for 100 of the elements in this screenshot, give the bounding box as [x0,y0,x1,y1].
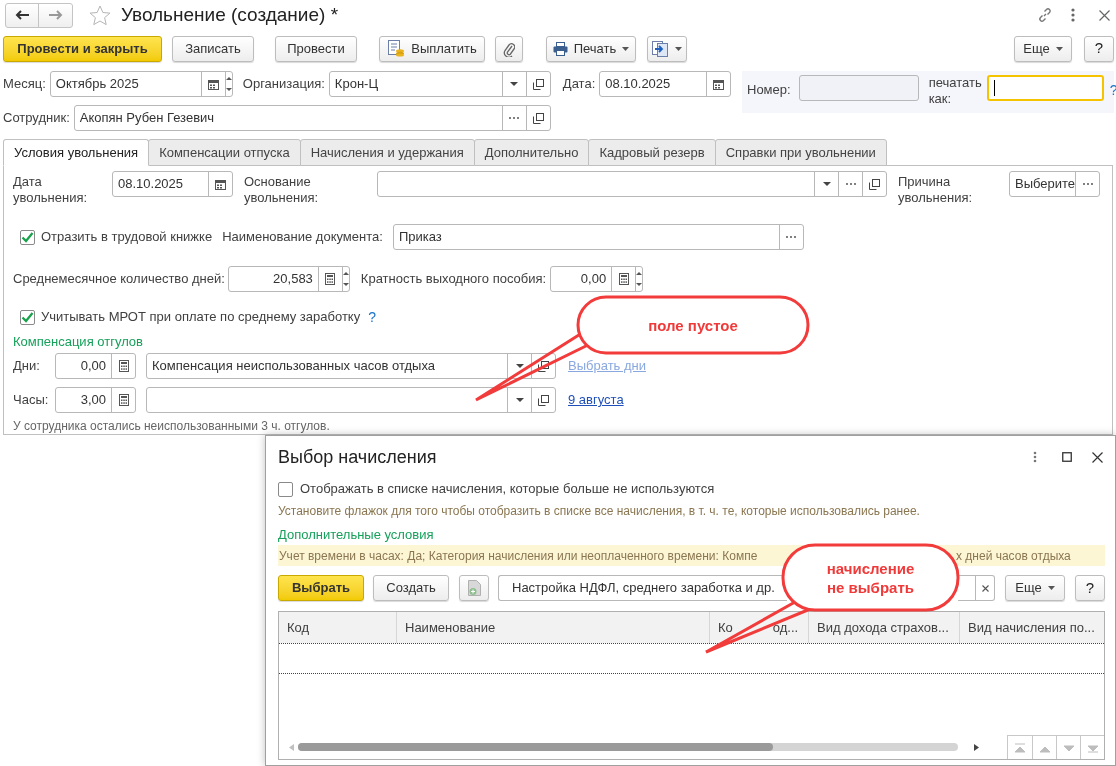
paperclip-icon [503,40,515,57]
document-arrow-icon [652,40,669,57]
column-header[interactable]: од... [772,617,799,638]
dropdown-icon [510,82,519,86]
close-icon[interactable] [1099,9,1110,21]
amount-field[interactable]: 0,00 [55,353,136,379]
field-label: Причина увольнения: [898,174,974,206]
checkbox-label: Отображать в списке начисления, которые больше не используются [300,480,715,499]
reason-field[interactable]: Выберите [1009,171,1100,197]
tab[interactable]: Начисления и удержания [299,139,475,166]
help-link[interactable]: ? [368,306,376,328]
pay-button[interactable]: Выплатить [379,35,485,62]
field-label: Организация: [242,75,325,94]
print-as-field[interactable] [986,75,1104,101]
checkbox[interactable] [20,309,35,325]
spin-button[interactable] [341,266,349,291]
column-header[interactable]: Код [279,612,396,643]
document-coins-icon [387,40,406,57]
field-label: Дата: [562,75,596,94]
arrow-left-icon [15,10,29,20]
calculator-icon [325,272,336,285]
tab[interactable]: Условия увольнения [3,139,150,166]
help-button[interactable]: ? [1084,35,1114,62]
tab[interactable]: Компенсации отпуска [148,139,301,166]
printer-icon [552,41,568,56]
caret-icon [622,46,630,51]
caret-icon [1047,586,1055,590]
print-button[interactable]: Печать [546,35,636,62]
date-field[interactable]: 08.10.2025 [599,71,732,97]
primary-button[interactable]: Выбрать [278,575,364,601]
spin-button[interactable] [635,266,643,291]
attach-button[interactable] [495,35,523,62]
callout-text: поле пустое [648,315,738,335]
search-field[interactable]: Настройка НДФЛ, среднего заработка и др. [498,575,788,601]
more-icon[interactable] [1071,8,1075,22]
toolbar-button[interactable]: Записать [172,35,254,62]
spin-button[interactable] [224,72,232,96]
spin-icon [225,77,232,91]
scroll-right-icon[interactable] [974,743,979,751]
column-header[interactable]: Ко [718,617,733,638]
conditions-text: Учет времени в часах: Да; Категория начисления или неоплаченного времени: Компе [279,548,758,563]
arrow-icon [1086,742,1099,753]
close-icon[interactable] [1092,451,1103,463]
field-label: Основание увольнения: [244,174,320,206]
accrual-field[interactable] [146,387,556,413]
help-button[interactable]: ? [1075,575,1105,601]
organization-field[interactable]: Крон-Ц [328,71,551,97]
more-button[interactable]: Еще [1014,35,1072,62]
column-header[interactable]: Наименование [396,612,709,643]
employee-field[interactable]: Акопян Рубен Гезевич [73,105,551,131]
primary-button[interactable]: Провести и закрыть [3,35,162,62]
amount-field[interactable]: 3,00 [55,387,136,413]
field-label: Номер: [747,81,791,99]
callout-text: начисление не выбрать [826,558,915,597]
table-row[interactable] [279,643,1104,674]
link[interactable]: 9 августа [568,390,624,410]
window-icon [532,78,544,90]
column-header[interactable]: Вид начисления по... [959,612,1104,643]
tab[interactable]: Кадровый резерв [588,139,716,166]
severance-field[interactable]: 0,00 [550,265,644,292]
export-button[interactable] [647,35,687,62]
checkbox-label: Учитывать МРОТ при оплате по среднему заработку [41,308,361,327]
clear-button[interactable] [958,575,996,601]
window-icon [532,112,544,124]
days-field[interactable]: 20,583 [227,265,350,292]
conditions-text: х дней часов отдыха [956,547,1071,565]
star-icon[interactable] [89,4,111,26]
more-icon[interactable] [1033,451,1037,463]
caret-icon [675,46,682,51]
checkbox[interactable] [20,229,35,245]
text-cursor [993,80,995,96]
basis-field[interactable] [377,171,887,197]
toolbar-button[interactable]: Создать [373,575,449,601]
month-field[interactable]: Октябрь 2025 [49,71,233,97]
field-label: Кратность выходного пособия: [360,269,547,288]
spin-icon [342,271,349,286]
window-icon [869,178,880,190]
scrollbar-track[interactable] [298,743,958,751]
checkbox[interactable] [278,481,293,497]
tab[interactable]: Справки при увольнении [714,139,887,166]
field-label: Дни: [13,357,41,376]
field-label: Сотрудник: [3,109,70,128]
window-icon [538,360,549,372]
calculator-icon [118,394,129,406]
accrual-field[interactable]: Компенсация неиспользованных часов отдыха [146,353,556,379]
date-field[interactable]: 08.10.2025 [112,171,233,197]
tab[interactable]: Дополнительно [473,139,590,166]
scrollbar-thumb[interactable] [298,743,773,751]
section-title: Дополнительные условия [278,526,434,545]
field-label: Среднемесячное количество дней: [13,269,225,288]
toolbar-button[interactable]: Провести [275,35,357,62]
arrow-right-icon [48,10,63,20]
document-name-field[interactable]: Приказ [392,224,804,250]
link-icon[interactable] [1037,7,1053,23]
dialog-title: Выбор начисления [278,445,437,469]
maximize-icon[interactable] [1062,452,1072,462]
field-label: Месяц: [3,75,46,94]
more-button[interactable]: Еще [1005,575,1066,601]
close-icon [981,584,989,592]
calendar-icon [215,178,226,190]
